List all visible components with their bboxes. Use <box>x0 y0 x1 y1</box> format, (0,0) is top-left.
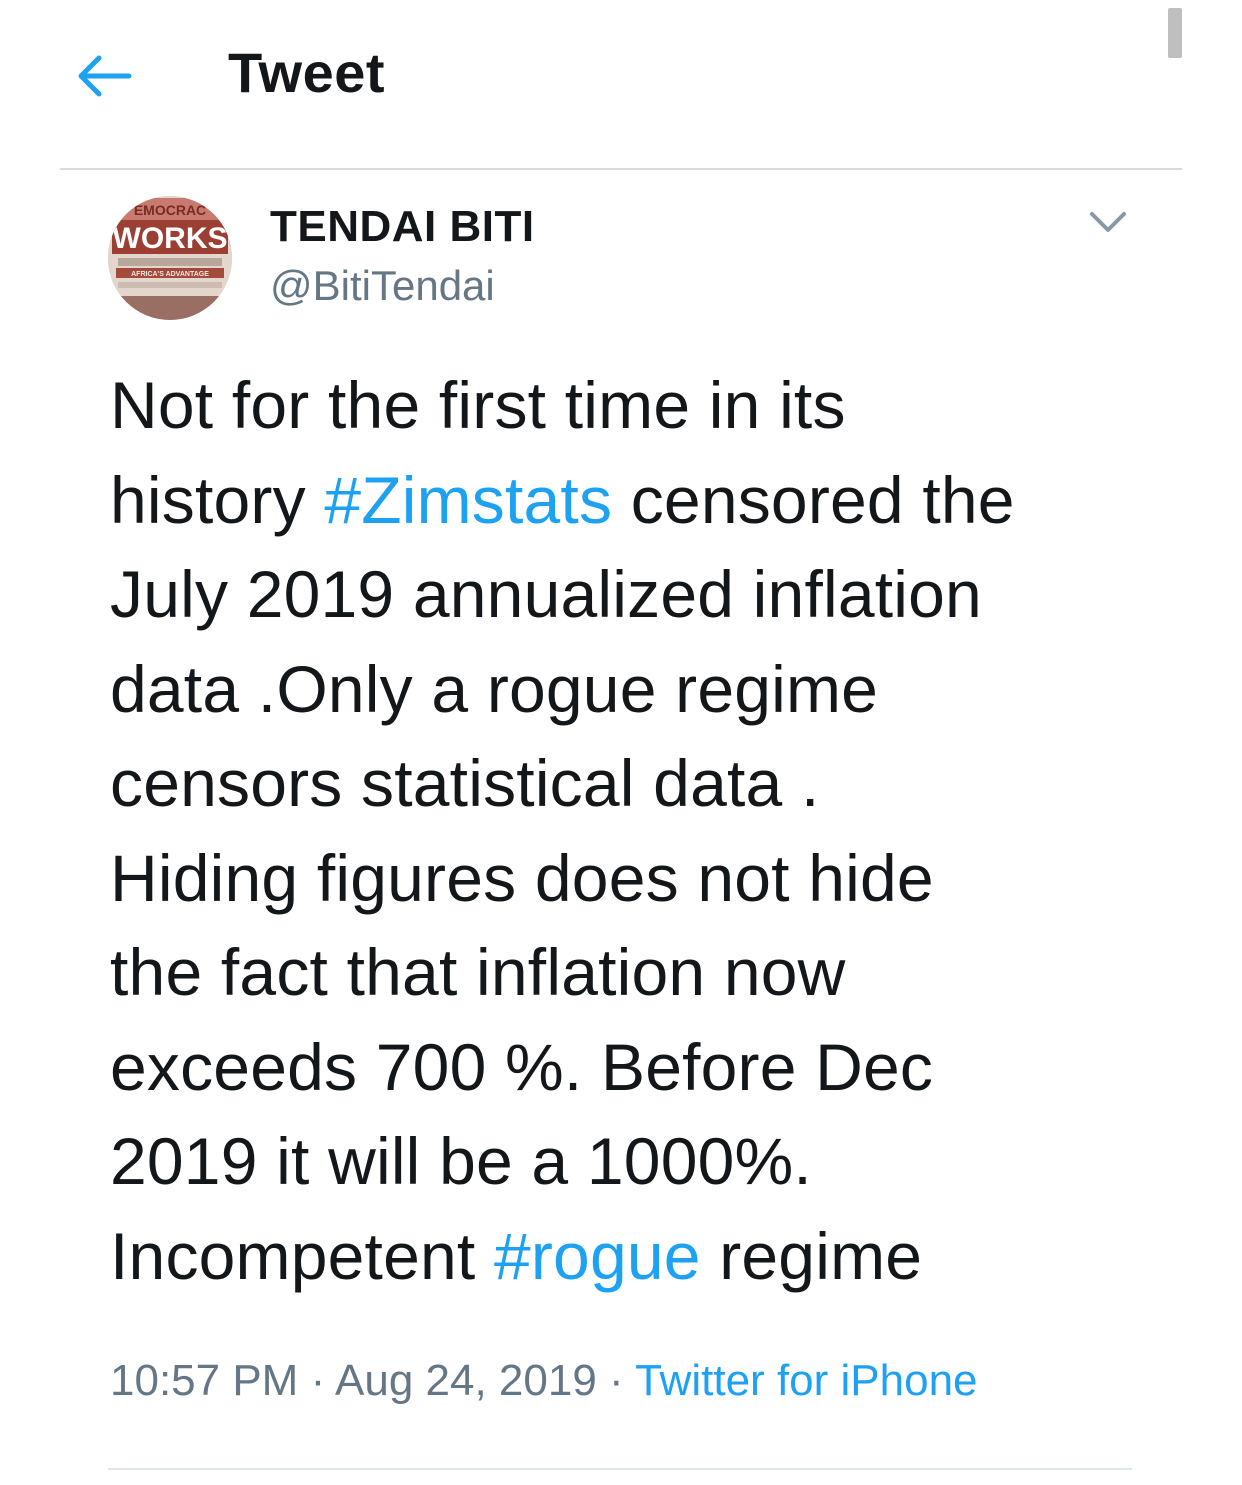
tweet-menu-button[interactable] <box>1086 200 1130 244</box>
tweet-text-segment: Hiding figures does not hide <box>110 840 934 915</box>
tweet-time: 10:57 PM <box>110 1356 299 1405</box>
tweet-text-segment: Not for the first time in its <box>110 368 846 442</box>
chevron-down-icon <box>1090 212 1126 232</box>
tweet-text-segment: data .Only a rogue regime <box>110 651 879 726</box>
display-name[interactable]: TENDAI BITI <box>270 202 535 252</box>
hashtag-link[interactable]: #rogue <box>494 1219 701 1293</box>
tweet-text-line: data .Only a rogue regime <box>110 642 1170 737</box>
tweet-text-line: Incompetent #rogue regime <box>110 1209 1170 1304</box>
tweet-text: Not for the first time in its history #Zi… <box>110 358 1170 1303</box>
tweet-metadata: 10:57 PM · Aug 24, 2019 · Twitter for iP… <box>110 1356 978 1406</box>
hashtag-link[interactable]: #Zimstats <box>324 463 612 537</box>
meta-separator: · <box>596 1356 636 1405</box>
page-title: Tweet <box>228 41 386 104</box>
avatar-text-small: AFRICA'S ADVANTAGE <box>131 271 209 278</box>
avatar-image: EMOCRAC WORKS AFRICA'S ADVANTAGE <box>108 196 232 320</box>
tweet-author: EMOCRAC WORKS AFRICA'S ADVANTAGE TENDAI … <box>108 196 1138 326</box>
tweet-text-segment: censored the <box>612 462 1015 537</box>
meta-separator: · <box>298 1356 336 1405</box>
tweet-text-line: the fact that inflation now <box>110 925 1170 1020</box>
tweet-text-segment: the fact that inflation now <box>110 935 846 1009</box>
tweet-text-line: July 2019 annualized inflation <box>110 547 1170 642</box>
user-handle[interactable]: @BitiTendai <box>270 262 495 310</box>
tweet-text-segment: July 2019 annualized inflation <box>110 557 982 631</box>
tweet-text-line: censors statistical data . <box>110 736 1170 831</box>
back-button[interactable] <box>72 44 136 108</box>
divider <box>108 1468 1132 1470</box>
tweet-text-segment: exceeds 700 %. Before Dec <box>110 1029 934 1104</box>
tweet-text-line: Hiding figures does not hide <box>110 831 1170 926</box>
tweet-text-line: history #Zimstats censored the <box>110 453 1170 548</box>
tweet-text-line: Not for the first time in its <box>110 358 1170 453</box>
tweet-text-segment: 2019 it will be a 1000%. <box>110 1124 812 1198</box>
avatar[interactable]: EMOCRAC WORKS AFRICA'S ADVANTAGE <box>108 196 232 320</box>
tweet-text-line: 2019 it will be a 1000%. <box>110 1114 1170 1209</box>
tweet-text-segment: history <box>110 462 325 537</box>
arrow-left-icon <box>78 55 132 97</box>
tweet-text-segment: Incompetent <box>110 1218 494 1293</box>
tweet-text-segment: censors statistical data . <box>110 746 820 820</box>
tweet-text-line: exceeds 700 %. Before Dec <box>110 1020 1170 1115</box>
tweet-date[interactable]: Aug 24, 2019 <box>335 1356 597 1405</box>
tweet-source-link[interactable]: Twitter for iPhone <box>635 1356 977 1405</box>
tweet-text-segment: regime <box>700 1218 923 1293</box>
avatar-text-main: WORKS <box>113 222 228 255</box>
avatar-text-top: EMOCRAC <box>134 202 206 218</box>
